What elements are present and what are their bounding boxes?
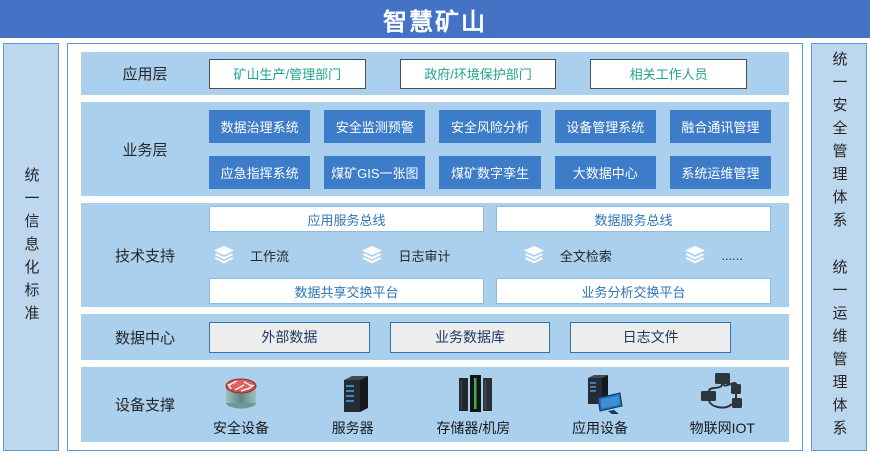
layers-icon — [523, 246, 545, 264]
middleware-item: 日志审计 — [361, 246, 450, 265]
data-center-label: 数据中心 — [81, 327, 209, 348]
iot-icon — [698, 371, 746, 415]
equipment-item-label: 应用设备 — [572, 418, 628, 438]
equipment-items: 安全设备 — [209, 371, 755, 438]
equipment-item-label: 物联网IOT — [690, 418, 755, 438]
middleware-label: 全文检索 — [560, 246, 612, 265]
layers-icon — [361, 246, 383, 264]
service-bus: 数据服务总线 — [496, 206, 771, 232]
application-item: 政府/环境保护部门 — [400, 59, 557, 89]
business-layer-items: 数据治理系统 安全监测预警 安全风险分析 设备管理系统 融合通讯管理 应急指挥系… — [209, 110, 771, 189]
page-title-text: 智慧矿山 — [383, 2, 487, 37]
business-item: 煤矿GIS一张图 — [324, 156, 425, 189]
data-store: 外部数据 — [209, 322, 370, 353]
business-item: 数据治理系统 — [209, 110, 310, 143]
data-store: 业务数据库 — [390, 322, 551, 353]
right-sidebar-label-ops: 统一运维管理体系 — [832, 259, 847, 443]
business-layer-label: 业务层 — [81, 139, 209, 160]
data-store: 日志文件 — [570, 322, 731, 353]
business-item: 安全监测预警 — [324, 110, 425, 143]
layers-icon — [213, 246, 235, 264]
application-layer: 应用层 矿山生产/管理部门 政府/环境保护部门 相关工作人员 — [81, 52, 789, 95]
middleware-label: ...... — [721, 248, 743, 263]
business-item: 煤矿数字孪生 — [439, 156, 540, 189]
equipment-item: 应用设备 — [572, 371, 628, 438]
app-device-icon — [577, 371, 623, 415]
equipment-item: 存储器/机房 — [436, 371, 510, 438]
application-layer-items: 矿山生产/管理部门 政府/环境保护部门 相关工作人员 — [209, 59, 747, 89]
right-sidebar-label-security: 统一安全管理体系 — [832, 51, 847, 235]
firewall-icon — [218, 371, 264, 415]
business-row-2: 应急指挥系统 煤矿GIS一张图 煤矿数字孪生 大数据中心 系统运维管理 — [209, 156, 771, 189]
middleware-label: 工作流 — [250, 246, 289, 265]
platform-row: 数据共享交换平台 业务分析交换平台 — [209, 278, 771, 304]
page-title: 智慧矿山 — [0, 0, 870, 38]
layers-icon — [684, 246, 706, 264]
service-bus: 应用服务总线 — [209, 206, 484, 232]
platform: 数据共享交换平台 — [209, 278, 484, 304]
server-icon — [331, 371, 375, 415]
platform: 业务分析交换平台 — [496, 278, 771, 304]
diagram-body: 统一信息化标准 应用层 矿山生产/管理部门 政府/环境保护部门 相关工作人员 业… — [0, 38, 870, 457]
equipment-item-label: 服务器 — [332, 418, 374, 438]
business-item: 大数据中心 — [555, 156, 656, 189]
application-item: 矿山生产/管理部门 — [209, 59, 366, 89]
business-item: 设备管理系统 — [555, 110, 656, 143]
right-sidebar: 统一安全管理体系 统一运维管理体系 — [811, 43, 867, 451]
application-layer-label: 应用层 — [81, 63, 209, 84]
equipment-label: 设备支撑 — [81, 394, 209, 415]
data-center-layer: 数据中心 外部数据 业务数据库 日志文件 — [81, 314, 789, 360]
middleware-label: 日志审计 — [398, 246, 450, 265]
equipment-item-label: 存储器/机房 — [436, 418, 510, 438]
business-row-1: 数据治理系统 安全监测预警 安全风险分析 设备管理系统 融合通讯管理 — [209, 110, 771, 143]
business-layer: 业务层 数据治理系统 安全监测预警 安全风险分析 设备管理系统 融合通讯管理 应… — [81, 102, 789, 196]
middleware-item: 工作流 — [213, 246, 289, 265]
middleware-item: 全文检索 — [523, 246, 612, 265]
middleware-row: 工作流 日志审计 — [209, 242, 771, 268]
business-item: 应急指挥系统 — [209, 156, 310, 189]
equipment-layer: 设备支撑 — [81, 367, 789, 442]
storage-icon — [450, 371, 496, 415]
data-center-items: 外部数据 业务数据库 日志文件 — [209, 322, 731, 353]
tech-support-items: 应用服务总线 数据服务总线 工作流 — [209, 206, 771, 304]
equipment-item: 物联网IOT — [690, 371, 755, 438]
equipment-item: 安全设备 — [213, 371, 269, 438]
tech-support-label: 技术支持 — [81, 245, 209, 266]
business-item: 安全风险分析 — [439, 110, 540, 143]
left-sidebar: 统一信息化标准 — [3, 43, 59, 451]
left-sidebar-label: 统一信息化标准 — [24, 167, 39, 328]
architecture-panel: 应用层 矿山生产/管理部门 政府/环境保护部门 相关工作人员 业务层 数据治理系… — [67, 43, 803, 451]
equipment-item: 服务器 — [331, 371, 375, 438]
equipment-item-label: 安全设备 — [213, 418, 269, 438]
middleware-item: ...... — [684, 246, 743, 264]
application-item: 相关工作人员 — [590, 59, 747, 89]
service-bus-row: 应用服务总线 数据服务总线 — [209, 206, 771, 232]
business-item: 系统运维管理 — [670, 156, 771, 189]
business-item: 融合通讯管理 — [670, 110, 771, 143]
tech-support-layer: 技术支持 应用服务总线 数据服务总线 工作流 — [81, 203, 789, 307]
